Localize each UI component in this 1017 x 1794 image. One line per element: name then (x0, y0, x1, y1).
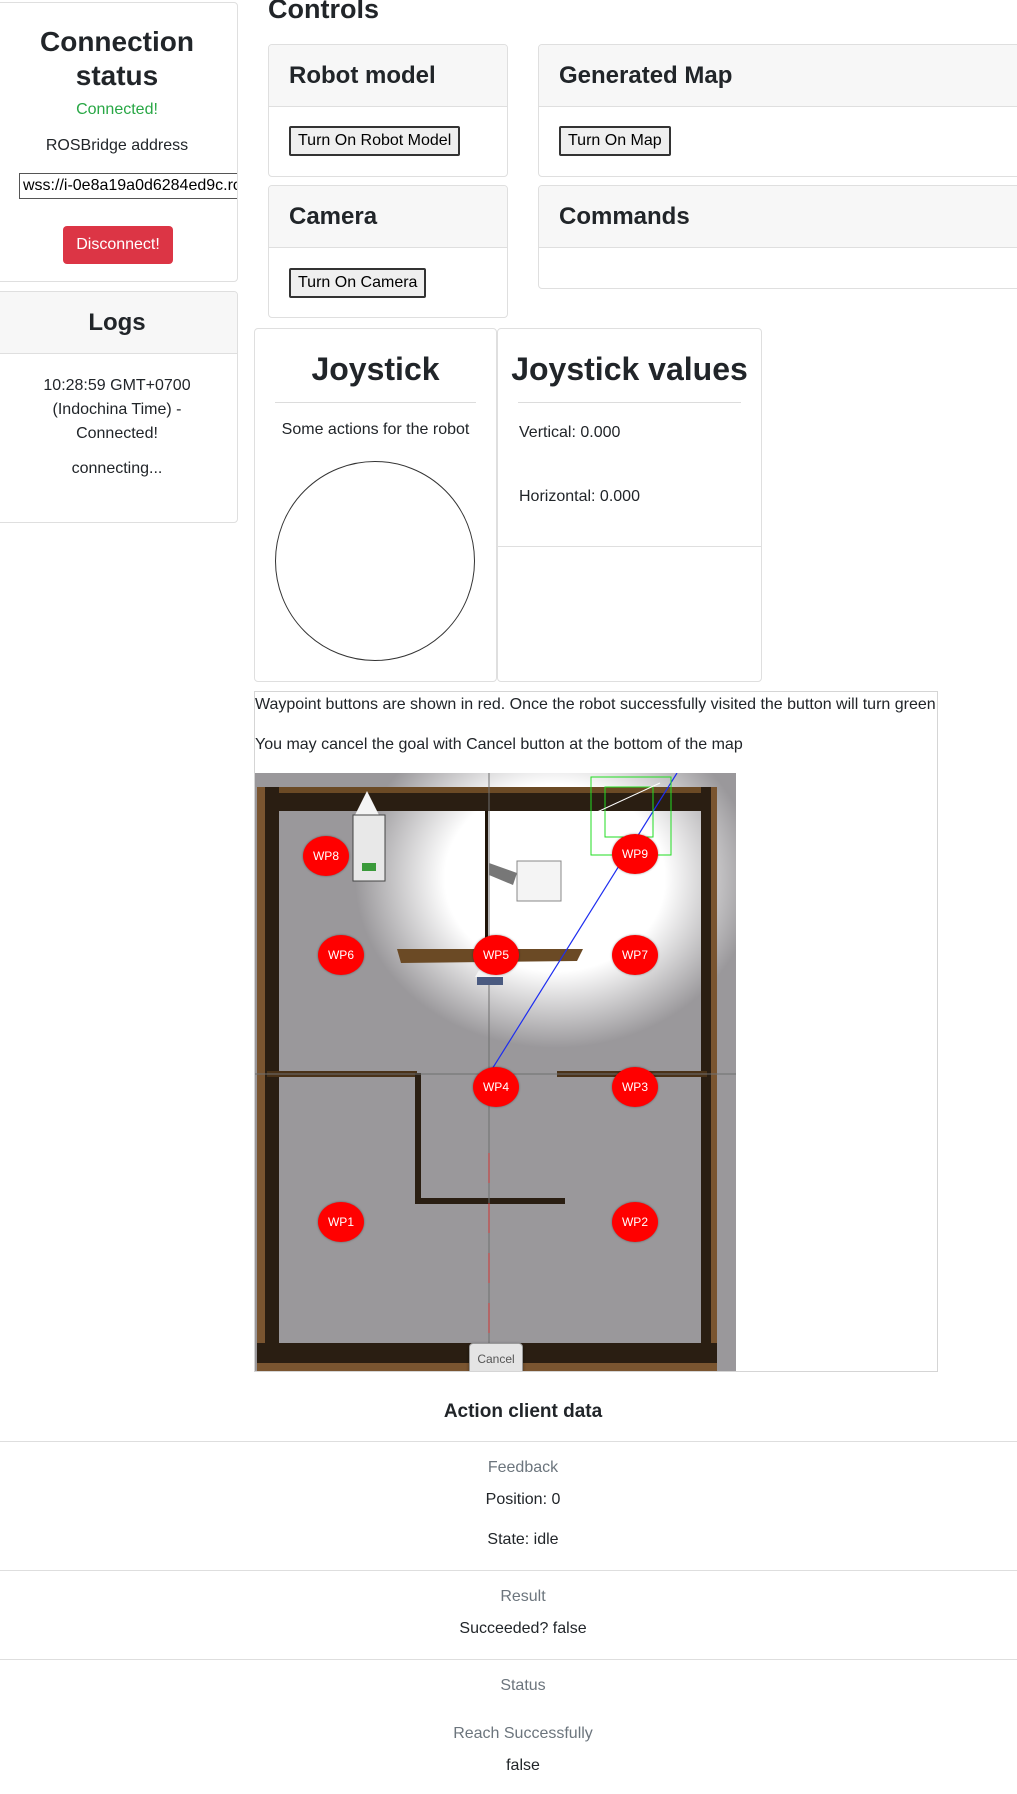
reach-successfully-label: Reach Successfully (453, 1725, 593, 1742)
waypoint-wp4-button[interactable]: WP4 (473, 1067, 519, 1107)
commands-header: Commands (539, 186, 1017, 248)
turn-on-robot-model-button[interactable]: Turn On Robot Model (289, 126, 461, 156)
feedback-label: Feedback (487, 1459, 559, 1476)
joystick-values-title: Joystick values (511, 351, 748, 387)
rosbridge-address-input[interactable] (19, 173, 237, 199)
joystick-card: Joystick Some actions for the robot (254, 328, 497, 682)
turn-on-camera-button[interactable]: Turn On Camera (289, 268, 427, 298)
joystick-values-inner: Joystick values Vertical: 0.000 Horizont… (498, 329, 761, 547)
connection-status-card: Connection status Connected! ROSBridge a… (0, 2, 238, 282)
waypoint-wp6-button[interactable]: WP6 (318, 935, 364, 975)
waypoint-wp7-button[interactable]: WP7 (612, 935, 658, 975)
connection-title: Connection status (0, 25, 237, 93)
joystick-pad[interactable] (275, 461, 475, 661)
feedback-position: Position: 0 (485, 1491, 561, 1508)
log-entry: connecting... (71, 460, 163, 477)
logs-card: Logs 10:28:59 GMT+0700 (Indochina Time) … (0, 291, 238, 523)
waypoint-panel: Waypoint buttons are shown in red. Once … (254, 691, 938, 1372)
connection-title-line1: Connection (40, 26, 194, 57)
wall-mid-vertical (415, 1073, 421, 1203)
waypoint-info-line2: You may cancel the goal with Cancel butt… (255, 736, 743, 753)
generated-map-card: Generated Map Turn On Map (538, 44, 1017, 177)
robot-cart (352, 814, 386, 882)
cancel-goal-button[interactable]: Cancel (469, 1343, 523, 1371)
joystick-divider (275, 402, 476, 403)
robot-model-header: Robot model (269, 45, 507, 107)
joystick-values-card: Joystick values Vertical: 0.000 Horizont… (497, 328, 762, 682)
waypoint-wp1-button[interactable]: WP1 (318, 1202, 364, 1242)
robot-model-card: Robot model Turn On Robot Model (268, 44, 508, 177)
generated-map-header: Generated Map (539, 45, 1017, 107)
rosbridge-address-label: ROSBridge address (45, 137, 189, 154)
joystick-vertical-value: Vertical: 0.000 (519, 424, 621, 441)
joystick-horizontal-value: Horizontal: 0.000 (519, 488, 640, 505)
commands-card: Commands (538, 185, 1017, 289)
result-label: Result (500, 1588, 546, 1605)
disconnect-button[interactable]: Disconnect! (63, 226, 173, 264)
joystick-values-divider (518, 402, 741, 403)
connection-title-line2: status (75, 60, 159, 91)
log-entry: 10:28:59 GMT+0700 (Indochina Time) - Con… (43, 377, 191, 442)
wall-mid-bottom (415, 1198, 565, 1204)
status-label: Status (500, 1677, 546, 1694)
joystick-title: Joystick (311, 351, 440, 387)
camera-card: Camera Turn On Camera (268, 185, 508, 318)
result-succeeded: Succeeded? false (459, 1620, 587, 1637)
robot-main (516, 860, 562, 902)
waypoint-wp9-button[interactable]: WP9 (612, 834, 658, 874)
logs-header: Logs (0, 292, 237, 354)
controls-title: Controls (268, 0, 379, 24)
separator (0, 1659, 1017, 1660)
connection-status-text: Connected! (76, 101, 158, 118)
waypoint-wp2-button[interactable]: WP2 (612, 1202, 658, 1242)
action-client-title: Action client data (443, 1401, 603, 1422)
separator (0, 1441, 1017, 1442)
waypoint-wp3-button[interactable]: WP3 (612, 1067, 658, 1107)
feedback-state: State: idle (487, 1531, 559, 1548)
camera-header: Camera (269, 186, 507, 248)
joystick-subtitle: Some actions for the robot (281, 421, 470, 438)
separator (0, 1570, 1017, 1571)
reach-successfully-value: false (506, 1757, 540, 1774)
waypoint-wp5-button[interactable]: WP5 (473, 935, 519, 975)
waypoint-info-line1: Waypoint buttons are shown in red. Once … (255, 696, 936, 713)
map-view[interactable]: WP1 WP2 WP3 WP4 WP5 WP6 WP7 WP8 WP9 Canc… (255, 773, 736, 1371)
turn-on-map-button[interactable]: Turn On Map (559, 126, 671, 156)
waypoint-wp8-button[interactable]: WP8 (303, 836, 349, 876)
